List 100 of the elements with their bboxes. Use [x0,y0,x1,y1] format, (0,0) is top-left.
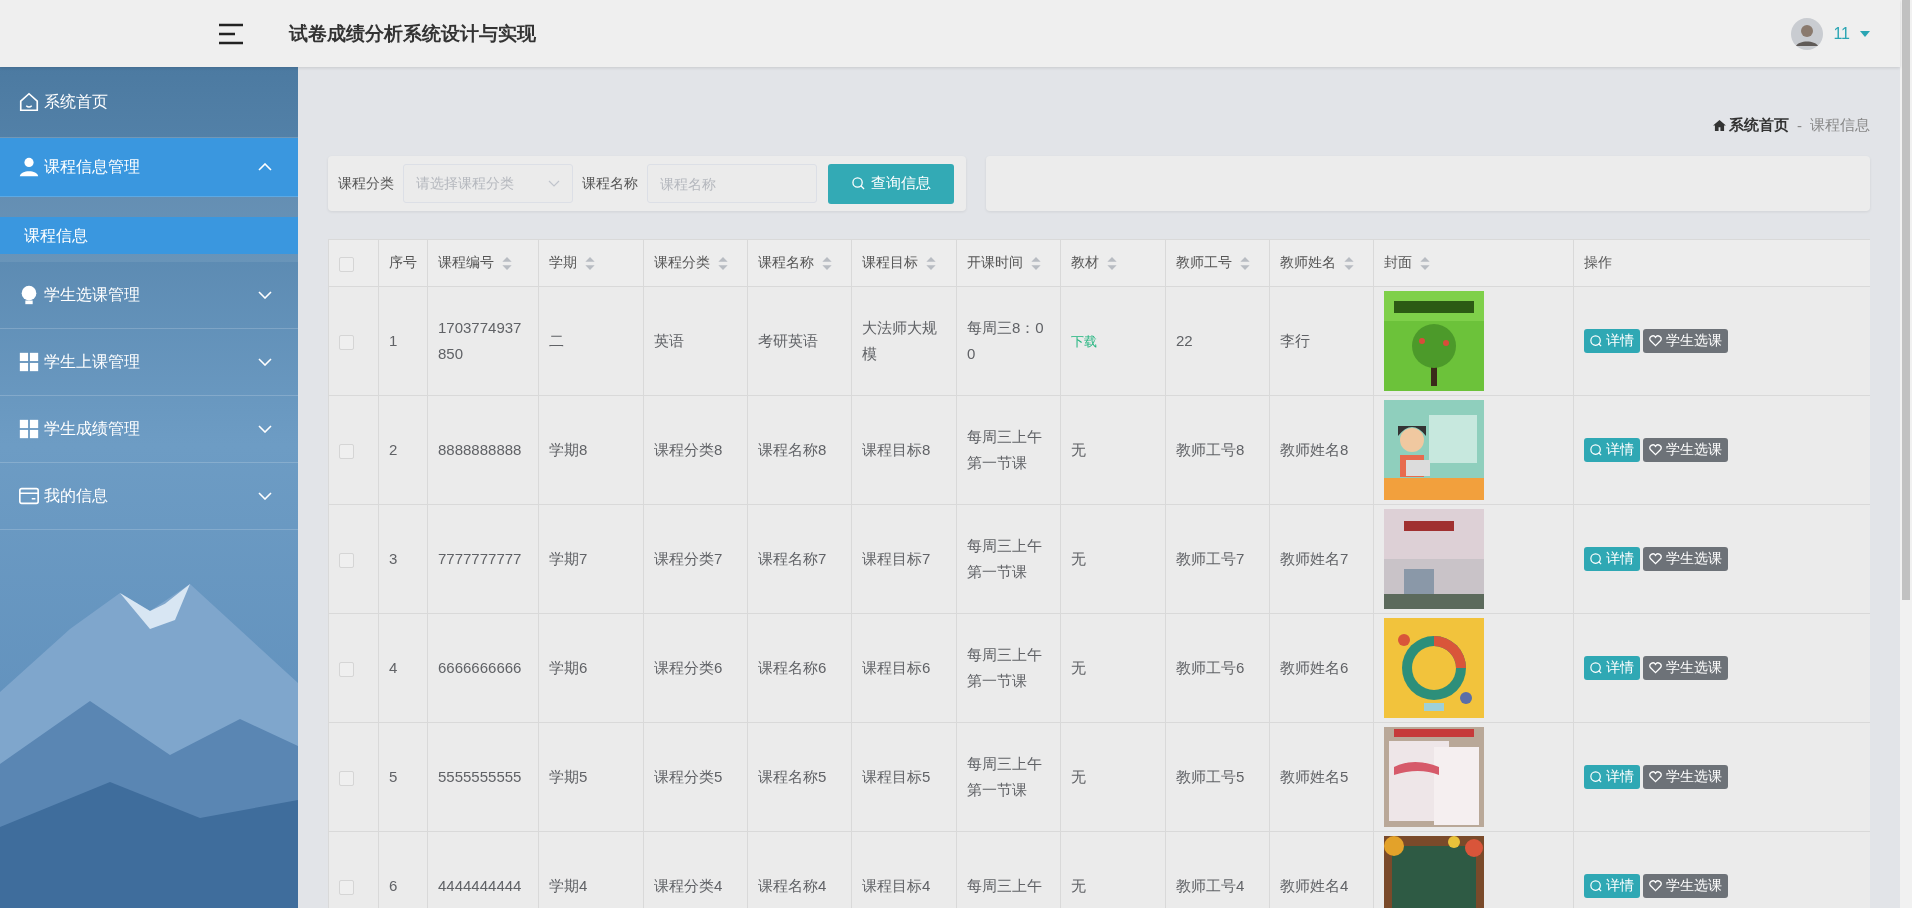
column-header[interactable]: 封面 [1384,254,1412,272]
sort-icon[interactable] [822,256,832,270]
column-header[interactable]: 课程目标 [862,254,918,272]
heart-icon [1649,553,1662,565]
sort-icon[interactable] [585,256,595,270]
home-icon [1713,119,1726,131]
table-cell: 学期8 [549,441,588,458]
column-header[interactable]: 教师工号 [1176,254,1232,272]
field-label: 课程分类 [338,174,394,193]
field-label: 课程名称 [582,174,638,193]
nav-item[interactable]: 课程信息管理 [0,138,298,197]
table-cell: 课程名称7 [758,550,827,567]
submenu-item[interactable]: 课程信息 [0,217,298,254]
checkbox[interactable] [339,770,354,786]
scrollbar-thumb[interactable] [1902,0,1910,600]
enroll-button[interactable]: 学生选课 [1643,656,1728,680]
table-cell: 课程目标8 [862,441,931,458]
detail-button[interactable]: 详情 [1584,765,1640,789]
sort-icon[interactable] [718,256,728,270]
detail-button[interactable]: 详情 [1584,656,1640,680]
nav-item[interactable]: 我的信息 [0,463,298,530]
enroll-button[interactable]: 学生选课 [1643,329,1728,353]
table-cell: 课程目标7 [862,550,931,567]
heart-icon [1649,771,1662,783]
sort-icon[interactable] [1107,256,1117,270]
table-cell: 课程目标4 [862,877,931,894]
table-cell: 1 [389,332,398,349]
enroll-button[interactable]: 学生选课 [1643,765,1728,789]
column-header[interactable]: 教师姓名 [1280,254,1336,272]
avatar-icon[interactable] [1791,17,1824,50]
column-header[interactable]: 课程分类 [654,254,710,272]
column-header[interactable]: 教材 [1071,254,1099,272]
column-header[interactable]: 开课时间 [967,254,1023,272]
detail-button[interactable]: 详情 [1584,874,1640,898]
search-icon [1590,771,1602,783]
sort-icon[interactable] [1031,256,1041,270]
breadcrumb-item: 课程信息 [1810,115,1870,135]
person-icon [18,156,40,178]
table-cell: 教师工号5 [1176,768,1245,785]
app-title: 试卷成绩分析系统设计与实现 [289,21,536,46]
table-cell: 课程分类8 [654,441,723,458]
sort-icon[interactable] [1420,256,1430,270]
detail-button[interactable]: 详情 [1584,438,1640,462]
caret-icon[interactable] [1860,30,1870,37]
scrollbar-track[interactable] [1900,0,1912,908]
enroll-button[interactable]: 学生选课 [1643,547,1728,571]
breadcrumb-item[interactable]: 系统首页 [1729,115,1789,135]
detail-button[interactable]: 详情 [1584,329,1640,353]
column-header: 操作 [1584,254,1612,272]
sort-icon[interactable] [1344,256,1354,270]
table-cell: 课程目标6 [862,659,931,676]
table-cell: 3 [389,550,398,567]
table-cell: 每周三8：00 [967,319,1044,362]
table-cell: 教师工号8 [1176,441,1245,458]
table-cell: 无 [1071,659,1086,676]
table-cell: 英语 [654,332,684,349]
checkbox[interactable] [339,334,354,350]
heart-icon [1649,662,1662,674]
checkbox[interactable] [339,443,354,459]
table-cell: 学期4 [549,877,588,894]
table-cell: 课程分类7 [654,550,723,567]
table-cell: 教师姓名7 [1280,550,1349,567]
table-cell: 7777777777 [438,550,522,567]
table-cell: 4444444444 [438,877,522,894]
table-cell: 1703774937850 [438,319,522,362]
table-cell: 学期7 [549,550,588,567]
menu-icon[interactable] [217,21,245,46]
table-cell: 每周三上午第一节课 [967,755,1042,798]
nav-item[interactable]: 学生上课管理 [0,329,298,396]
table-cell: 二 [549,332,564,349]
table-cell: 课程名称6 [758,659,827,676]
column-header[interactable]: 学期 [549,254,577,272]
checkbox[interactable] [339,661,354,677]
table-cell: 每周三上午第一节课 [967,428,1042,471]
checkbox[interactable] [339,879,354,895]
search-icon [1590,880,1602,892]
user-name[interactable]: 11 [1833,24,1850,43]
checkbox[interactable] [339,552,354,568]
table-cell: 无 [1071,877,1086,894]
sort-icon[interactable] [926,256,936,270]
breadcrumb-separator: - [1797,116,1802,134]
table-cell: 无 [1071,550,1086,567]
table-cell: 每周三上午第一节课 [967,537,1042,580]
enroll-button[interactable]: 学生选课 [1643,438,1728,462]
sort-icon[interactable] [502,256,512,270]
search-button[interactable]: 查询信息 [828,163,954,204]
nav-item[interactable]: 学生选课管理 [0,262,298,329]
checkbox[interactable] [339,256,354,272]
enroll-button[interactable]: 学生选课 [1643,874,1728,898]
column-header[interactable]: 课程编号 [438,254,494,272]
chevron-icon [258,425,272,433]
search-icon [1590,444,1602,456]
sort-icon[interactable] [1240,256,1250,270]
search-icon [1590,553,1602,565]
card-icon [18,485,40,507]
detail-button[interactable]: 详情 [1584,547,1640,571]
table-cell: 课程名称8 [758,441,827,458]
nav-item[interactable]: 学生成绩管理 [0,396,298,463]
column-header[interactable]: 课程名称 [758,254,814,272]
table-cell: 课程分类4 [654,877,723,894]
